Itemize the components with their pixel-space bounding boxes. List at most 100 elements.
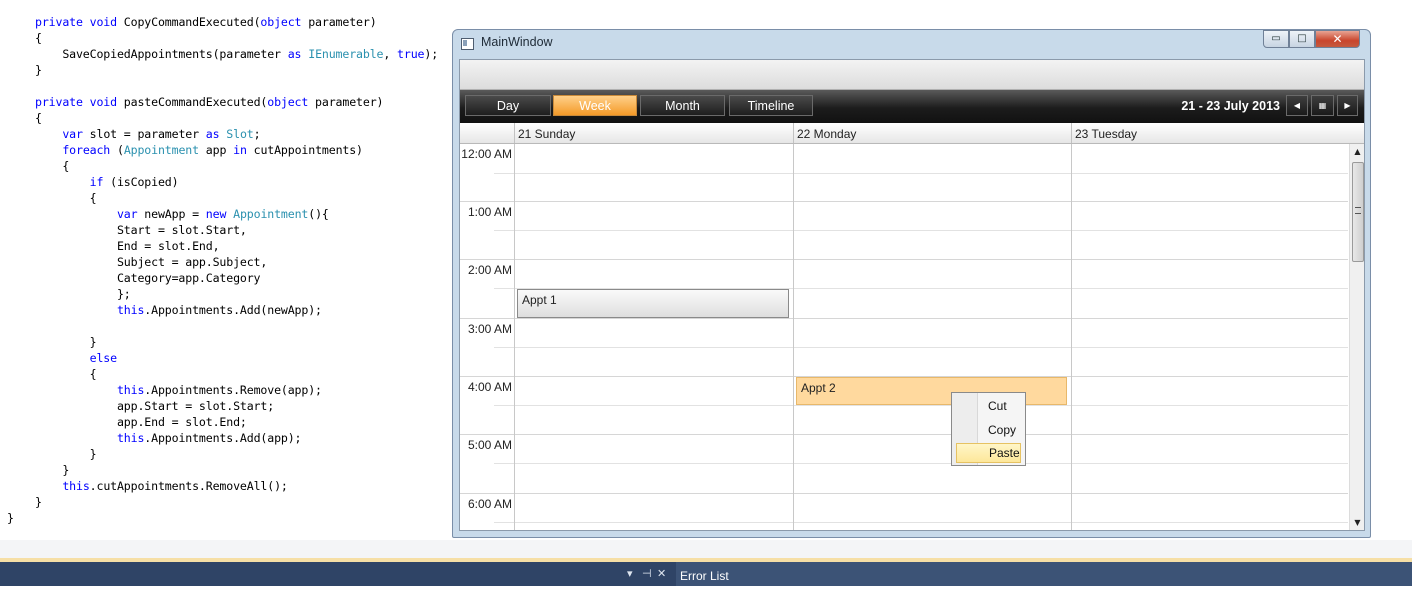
time-label: 6:00 AM (467, 497, 512, 511)
code-token: Subject = app.Subject, (35, 255, 268, 269)
day-header-row: 21 Sunday 22 Monday 23 Tuesday (460, 123, 1364, 144)
day-divider (514, 144, 515, 530)
day-header-sunday[interactable]: 21 Sunday (514, 123, 793, 143)
next-button[interactable]: ▶ (1337, 95, 1358, 116)
previous-button[interactable]: ◀ (1286, 95, 1308, 116)
time-label: 2:00 AM (467, 263, 512, 277)
appointment-selected[interactable]: Appt 2 (796, 377, 1067, 405)
code-token: { (35, 31, 42, 45)
half-hour-line (494, 347, 1348, 348)
code-line: app.End = slot.End; (7, 414, 247, 430)
code-line: End = slot.End, (7, 238, 220, 254)
pin-icon[interactable]: ⊣ (642, 568, 652, 580)
code-line: SaveCopiedAppointments(parameter as IEnu… (7, 46, 438, 62)
code-line: } (7, 510, 14, 526)
code-token: new (205, 207, 227, 221)
code-token: } (7, 511, 14, 525)
code-token: true (397, 47, 425, 61)
code-line: { (7, 110, 42, 126)
vertical-scrollbar[interactable]: ▲ ▼ (1349, 144, 1364, 530)
code-line: Start = slot.Start, (7, 222, 247, 238)
code-token: } (35, 495, 42, 509)
code-line: } (7, 494, 42, 510)
code-token: as (205, 127, 220, 141)
code-token: Category=app.Category (35, 271, 261, 285)
menu-item-copy[interactable]: Copy (956, 420, 1021, 440)
code-line: this.Appointments.Add(app); (7, 430, 302, 446)
code-line: private void pasteCommandExecuted(object… (7, 94, 384, 110)
menu-item-cut[interactable]: Cut (956, 396, 1021, 416)
code-token: .Appointments.Remove(app); (144, 383, 322, 397)
day-divider (793, 144, 794, 530)
code-token: app.Start = slot.Start; (35, 399, 275, 413)
code-token: Appointment (123, 143, 199, 157)
scheduler: Day Week Month Timeline 21 - 23 July 201… (459, 59, 1365, 531)
code-token: .Appointments.Add(app); (144, 431, 302, 445)
date-range-label: 21 - 23 July 2013 (1181, 99, 1280, 113)
appointment[interactable]: Appt 1 (517, 289, 789, 318)
scroll-thumb[interactable] (1352, 162, 1364, 262)
scroll-down-icon[interactable]: ▼ (1350, 518, 1364, 527)
menu-item-paste[interactable]: Paste (956, 443, 1021, 463)
day-header-monday[interactable]: 22 Monday (793, 123, 1071, 143)
code-token: .cutAppointments.RemoveAll(); (89, 479, 288, 493)
day-divider (1071, 144, 1072, 530)
code-editor[interactable]: private void CopyCommandExecuted(object … (0, 0, 452, 540)
code-line: this.Appointments.Remove(app); (7, 382, 322, 398)
error-list-tab[interactable]: Error List (676, 562, 1412, 586)
calendar-button[interactable]: ▦ (1311, 95, 1334, 116)
close-button[interactable]: ✕ (1315, 30, 1360, 48)
code-token: } (35, 463, 70, 477)
code-token: private void (35, 95, 117, 109)
code-token: object (260, 15, 302, 29)
view-button-day[interactable]: Day (465, 95, 551, 116)
time-slot-grid[interactable]: 12:00 AM 1:00 AM 2:00 AM 3:00 AM 4:00 AM… (460, 144, 1348, 530)
code-token: { (35, 191, 97, 205)
code-line: private void CopyCommandExecuted(object … (7, 14, 377, 30)
maximize-button[interactable]: □ (1289, 30, 1315, 48)
day-header-tuesday[interactable]: 23 Tuesday (1071, 123, 1349, 143)
code-token: var (116, 207, 138, 221)
code-token: private void (35, 15, 117, 29)
code-line: var slot = parameter as Slot; (7, 126, 260, 142)
code-token: newApp = (137, 207, 206, 221)
code-line: else (7, 350, 117, 366)
code-token: this (116, 303, 145, 317)
code-token: .Appointments.Add(newApp); (144, 303, 322, 317)
code-token: SaveCopiedAppointments(parameter (35, 47, 288, 61)
code-token: , (383, 47, 398, 61)
code-token: { (35, 367, 97, 381)
hour-line (460, 493, 1348, 494)
code-line: Subject = app.Subject, (7, 254, 267, 270)
code-line: if (isCopied) (7, 174, 179, 190)
code-token: else (89, 351, 117, 365)
code-line: { (7, 190, 97, 206)
code-token: } (35, 447, 97, 461)
view-button-timeline[interactable]: Timeline (729, 95, 813, 116)
code-line: { (7, 30, 42, 46)
scroll-up-icon[interactable]: ▲ (1350, 147, 1364, 156)
view-button-month[interactable]: Month (640, 95, 725, 116)
code-token: IEnumerable (308, 47, 384, 61)
close-icon[interactable]: ✕ (657, 568, 666, 580)
hour-line (460, 201, 1348, 202)
editor-horizontal-strip (0, 540, 1412, 558)
code-line: this.cutAppointments.RemoveAll(); (7, 478, 288, 494)
ribbon-bar (460, 60, 1364, 90)
code-token: parameter) (301, 15, 377, 29)
code-line: { (7, 366, 97, 382)
code-line: Category=app.Category (7, 270, 261, 286)
code-token: CopyCommandExecuted( (116, 15, 261, 29)
minimize-button[interactable]: ▭ (1263, 30, 1289, 48)
view-button-week[interactable]: Week (553, 95, 637, 116)
dropdown-icon[interactable]: ▾ (627, 568, 633, 580)
context-menu: Cut Copy Paste (951, 392, 1026, 466)
code-token: foreach (62, 143, 111, 157)
